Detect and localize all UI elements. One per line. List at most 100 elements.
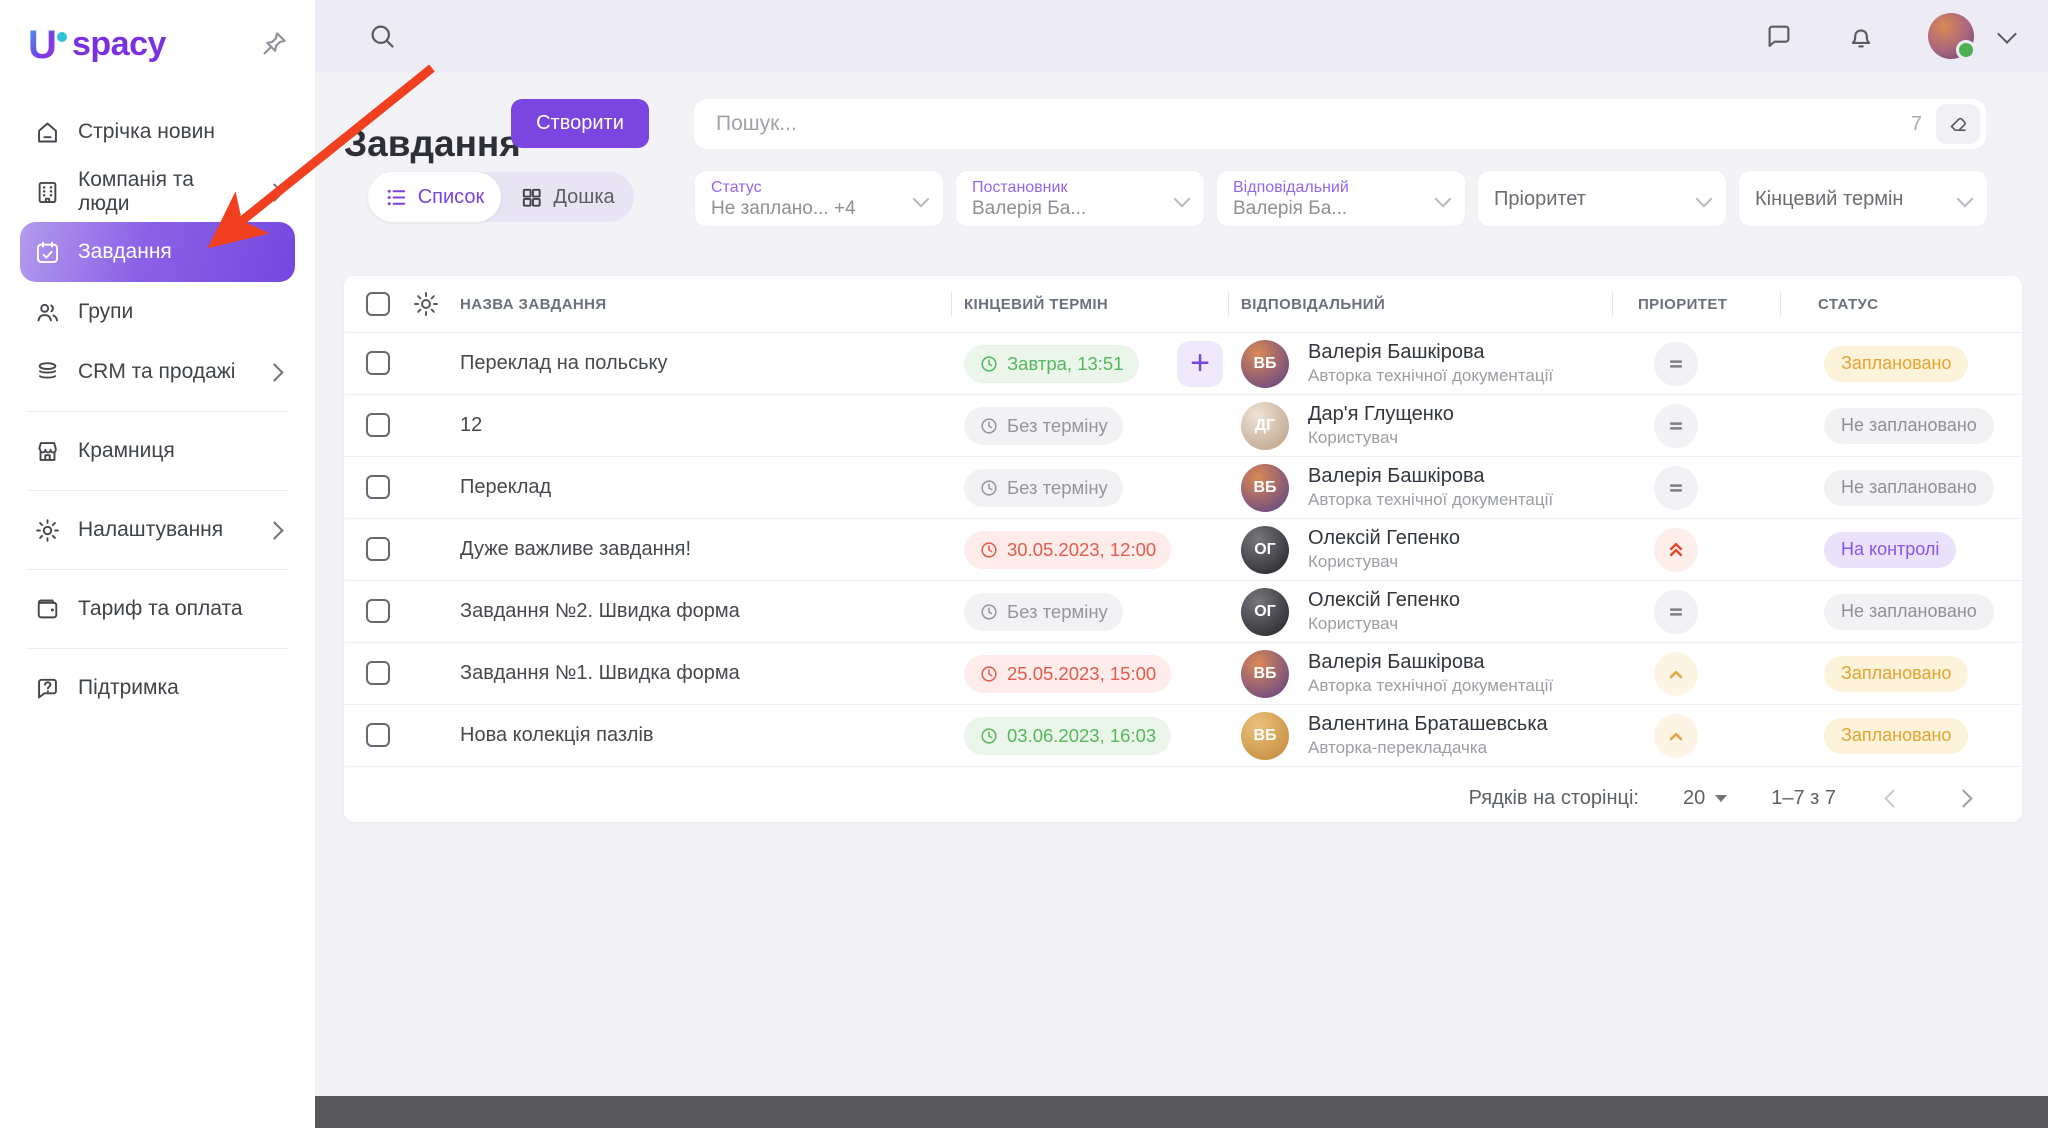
clock-icon <box>979 354 999 374</box>
sidebar-item-label: Стрічка новин <box>78 120 215 144</box>
sidebar: U spacy Стрічка новин Компанія та людиЗав… <box>0 0 315 1128</box>
status-badge[interactable]: Заплановано <box>1824 346 1968 382</box>
select-all-checkbox[interactable] <box>366 292 390 316</box>
priority-normal-icon[interactable] <box>1654 342 1698 386</box>
create-button[interactable]: Створити <box>511 99 649 148</box>
previous-page-button[interactable] <box>1880 785 1906 811</box>
due-date-pill[interactable]: 03.06.2023, 16:03 <box>964 717 1171 755</box>
assignee-cell[interactable]: ОГОлексій ГепенкоКористувач <box>1241 588 1460 636</box>
due-date-text: Без терміну <box>1007 601 1108 623</box>
sidebar-item-groups[interactable]: Групи <box>20 282 295 342</box>
status-badge[interactable]: Не заплановано <box>1824 594 1994 630</box>
row-checkbox[interactable] <box>366 413 390 437</box>
search-icon[interactable] <box>367 21 397 51</box>
uspacy-logo[interactable]: U spacy <box>26 22 166 66</box>
pin-sidebar-icon[interactable] <box>259 29 289 59</box>
priority-high-icon[interactable] <box>1654 714 1698 758</box>
assignee-cell[interactable]: ВБВалентина БраташевськаАвторка-переклад… <box>1241 712 1548 760</box>
filter-chip-assignee[interactable]: ВідповідальнийВалерія Ба... <box>1216 170 1466 227</box>
sidebar-item-support[interactable]: Підтримка <box>20 658 295 718</box>
row-checkbox[interactable] <box>366 599 390 623</box>
chevron-down-icon[interactable] <box>1997 24 2017 44</box>
task-name[interactable]: Завдання №2. Швидка форма <box>460 581 740 642</box>
row-checkbox[interactable] <box>366 723 390 747</box>
sidebar-item-label: Підтримка <box>78 676 179 700</box>
board-view-icon <box>520 186 543 209</box>
task-name[interactable]: 12 <box>460 395 482 456</box>
status-badge[interactable]: Заплановано <box>1824 718 1968 754</box>
row-checkbox[interactable] <box>366 475 390 499</box>
select-arrow-icon <box>1715 795 1727 802</box>
priority-normal-icon[interactable] <box>1654 466 1698 510</box>
due-date-pill[interactable]: Завтра, 13:51 <box>964 345 1139 383</box>
sidebar-item-feed[interactable]: Стрічка новин <box>20 102 295 162</box>
view-board-label: Дошка <box>553 186 614 209</box>
status-badge[interactable]: Не заплановано <box>1824 408 1994 444</box>
status-badge[interactable]: Заплановано <box>1824 656 1968 692</box>
next-page-button[interactable] <box>1950 785 1976 811</box>
column-header-name: НАЗВА ЗАВДАННЯ <box>460 296 607 313</box>
logo-text: spacy <box>72 25 166 64</box>
assignee-name: Валерія Башкірова <box>1308 464 1553 489</box>
view-list-tab[interactable]: Список <box>368 172 501 222</box>
filter-chip-initiator[interactable]: ПостановникВалерія Ба... <box>955 170 1205 227</box>
assignee-cell[interactable]: ВБВалерія БашкіроваАвторка технічної док… <box>1241 464 1553 512</box>
priority-normal-icon[interactable] <box>1654 404 1698 448</box>
priority-high-icon[interactable] <box>1654 652 1698 696</box>
view-board-tab[interactable]: Дошка <box>501 172 634 222</box>
due-date-pill[interactable]: 30.05.2023, 12:00 <box>964 531 1171 569</box>
clear-filters-eraser-icon[interactable] <box>1936 104 1980 144</box>
priority-normal-icon[interactable] <box>1654 590 1698 634</box>
due-date-pill[interactable]: 25.05.2023, 15:00 <box>964 655 1171 693</box>
notifications-bell-icon[interactable] <box>1846 21 1876 51</box>
filter-chip-priority[interactable]: Пріоритет <box>1477 170 1727 227</box>
due-date-text: Завтра, 13:51 <box>1007 353 1124 375</box>
filter-chip-deadline[interactable]: Кінцевий термін <box>1738 170 1988 227</box>
rows-per-page-label: Рядків на сторінці: <box>1469 787 1639 810</box>
assignee-cell[interactable]: ВБВалерія БашкіроваАвторка технічної док… <box>1241 340 1553 388</box>
sidebar-item-settings[interactable]: Налаштування <box>20 500 295 560</box>
sidebar-item-tasks[interactable]: Завдання <box>20 222 295 282</box>
avatar[interactable] <box>1928 13 1974 59</box>
status-badge[interactable]: На контролі <box>1824 532 1956 568</box>
due-date-pill[interactable]: Без терміну <box>964 407 1123 445</box>
filter-label: Статус <box>711 180 856 196</box>
table-settings-gear-icon[interactable] <box>412 290 440 318</box>
due-date-pill[interactable]: Без терміну <box>964 469 1123 507</box>
sidebar-item-crm-sales[interactable]: CRM та продажі <box>20 342 295 402</box>
priority-highest-icon[interactable] <box>1654 528 1698 572</box>
user-menu[interactable] <box>1928 13 2014 59</box>
filter-chip-texts: Статус Не заплано... +4 <box>711 180 856 218</box>
rows-per-page-select[interactable]: 20 <box>1683 787 1727 810</box>
clock-icon <box>979 726 999 746</box>
assignee-cell[interactable]: ОГОлексій ГепенкоКористувач <box>1241 526 1460 574</box>
row-checkbox[interactable] <box>366 537 390 561</box>
chevron-down-icon <box>1435 190 1452 207</box>
assignee-cell[interactable]: ВБВалерія БашкіроваАвторка технічної док… <box>1241 650 1553 698</box>
sidebar-nav: Стрічка новин Компанія та людиЗавданняГру… <box>0 76 315 718</box>
chevron-down-icon <box>913 190 930 207</box>
messages-icon[interactable] <box>1764 21 1794 51</box>
sidebar-item-shop[interactable]: Крамниця <box>20 421 295 481</box>
sidebar-item-tariff-payment[interactable]: Тариф та оплата <box>20 579 295 639</box>
filter-value: Не заплано... +4 <box>711 199 856 218</box>
row-checkbox[interactable] <box>366 351 390 375</box>
task-name[interactable]: Дуже важливе завдання! <box>460 519 691 580</box>
add-subtask-button[interactable]: + <box>1177 341 1223 387</box>
task-name[interactable]: Переклад на польську <box>460 333 667 394</box>
row-checkbox[interactable] <box>366 661 390 685</box>
filter-chip-status[interactable]: Статус Не заплано... +4 <box>694 170 944 227</box>
column-header-deadline: КІНЦЕВИЙ ТЕРМІН <box>964 296 1108 313</box>
task-search-input[interactable] <box>694 112 1911 136</box>
sidebar-item-company-people[interactable]: Компанія та люди <box>20 162 295 222</box>
assignee-cell[interactable]: ДГДар'я ГлущенкоКористувач <box>1241 402 1454 450</box>
status-badge[interactable]: Не заплановано <box>1824 470 1994 506</box>
sidebar-divider <box>26 648 289 649</box>
view-list-label: Список <box>418 186 485 209</box>
chevron-right-icon <box>1954 789 1972 807</box>
task-name[interactable]: Нова колекція пазлів <box>460 705 654 766</box>
due-date-pill[interactable]: Без терміну <box>964 593 1123 631</box>
assignee-texts: Олексій ГепенкоКористувач <box>1308 526 1460 573</box>
task-name[interactable]: Переклад <box>460 457 551 518</box>
task-name[interactable]: Завдання №1. Швидка форма <box>460 643 740 704</box>
